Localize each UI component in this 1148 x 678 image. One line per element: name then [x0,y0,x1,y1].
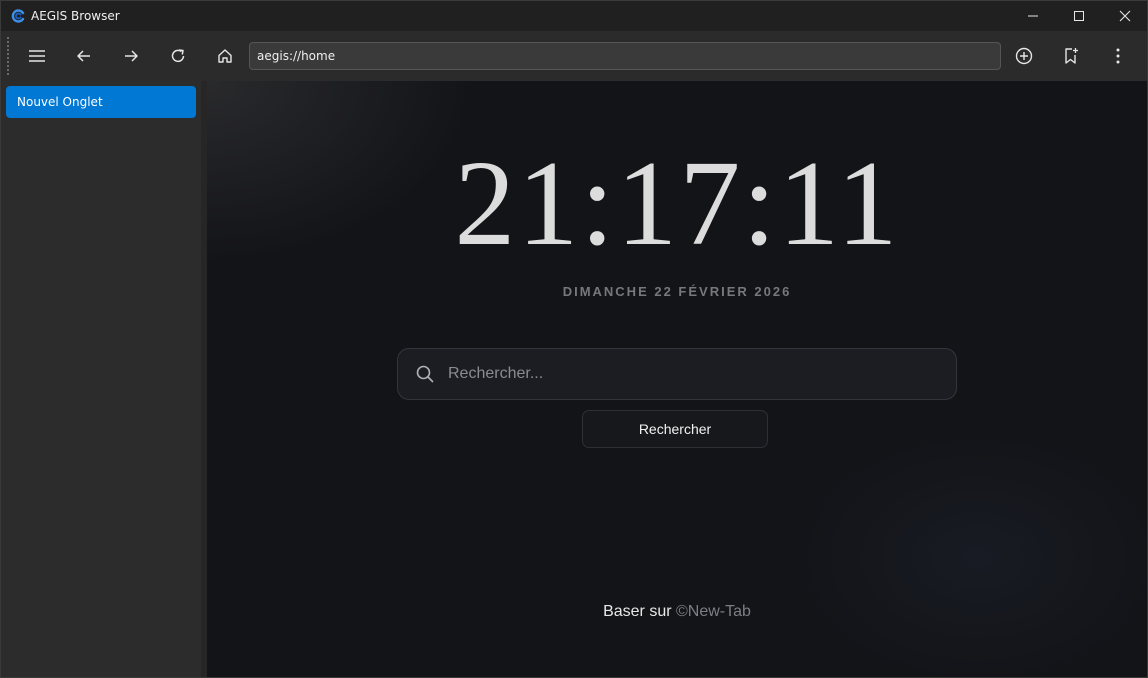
new-tab-button[interactable] [1008,40,1040,72]
title-bar: AEGIS Browser [0,0,1148,31]
maximize-icon [1074,10,1084,21]
minimize-icon [1028,15,1038,16]
toolbar: aegis://home [0,31,1148,81]
footer-prefix: Baser sur [603,603,676,620]
date-label: DIMANCHE 22 FÉVRIER 2026 [562,284,792,299]
more-vertical-icon [1116,48,1120,64]
tab-sidebar: Nouvel Onglet [0,81,201,678]
maximize-button[interactable] [1056,0,1102,31]
forward-button[interactable] [115,40,147,72]
toolbar-grip[interactable] [7,37,9,75]
back-button[interactable] [68,40,100,72]
menu-button[interactable] [21,40,53,72]
more-button[interactable] [1102,40,1134,72]
new-tab-plus-icon [1015,47,1033,65]
window-title: AEGIS Browser [31,8,120,23]
window-controls [1010,0,1148,31]
new-tab-page: 21:17:11 DIMANCHE 22 FÉVRIER 2026 Recher… [207,81,1147,677]
search-box[interactable] [397,348,957,400]
search-icon [415,364,435,384]
back-arrow-icon [77,50,90,62]
home-icon [218,49,232,63]
close-button[interactable] [1102,0,1148,31]
home-button[interactable] [209,40,241,72]
new-tab-link[interactable]: ©New-Tab [676,603,751,620]
footer: Baser sur ©New-Tab [207,603,1147,621]
menu-icon [29,50,45,62]
search-input[interactable] [448,349,938,399]
bookmark-add-icon [1065,48,1078,64]
clock: 21:17:11 [454,136,900,271]
minimize-button[interactable] [1010,0,1056,31]
sidebar-tab-item[interactable]: Nouvel Onglet [6,86,196,118]
bookmark-add-button[interactable] [1055,40,1087,72]
forward-arrow-icon [125,50,138,62]
address-bar[interactable]: aegis://home [249,42,1001,70]
reload-button[interactable] [162,40,194,72]
reload-icon [171,49,185,63]
close-icon [1119,10,1131,21]
search-button[interactable]: Rechercher [582,410,768,448]
aegis-logo-icon [11,8,25,23]
